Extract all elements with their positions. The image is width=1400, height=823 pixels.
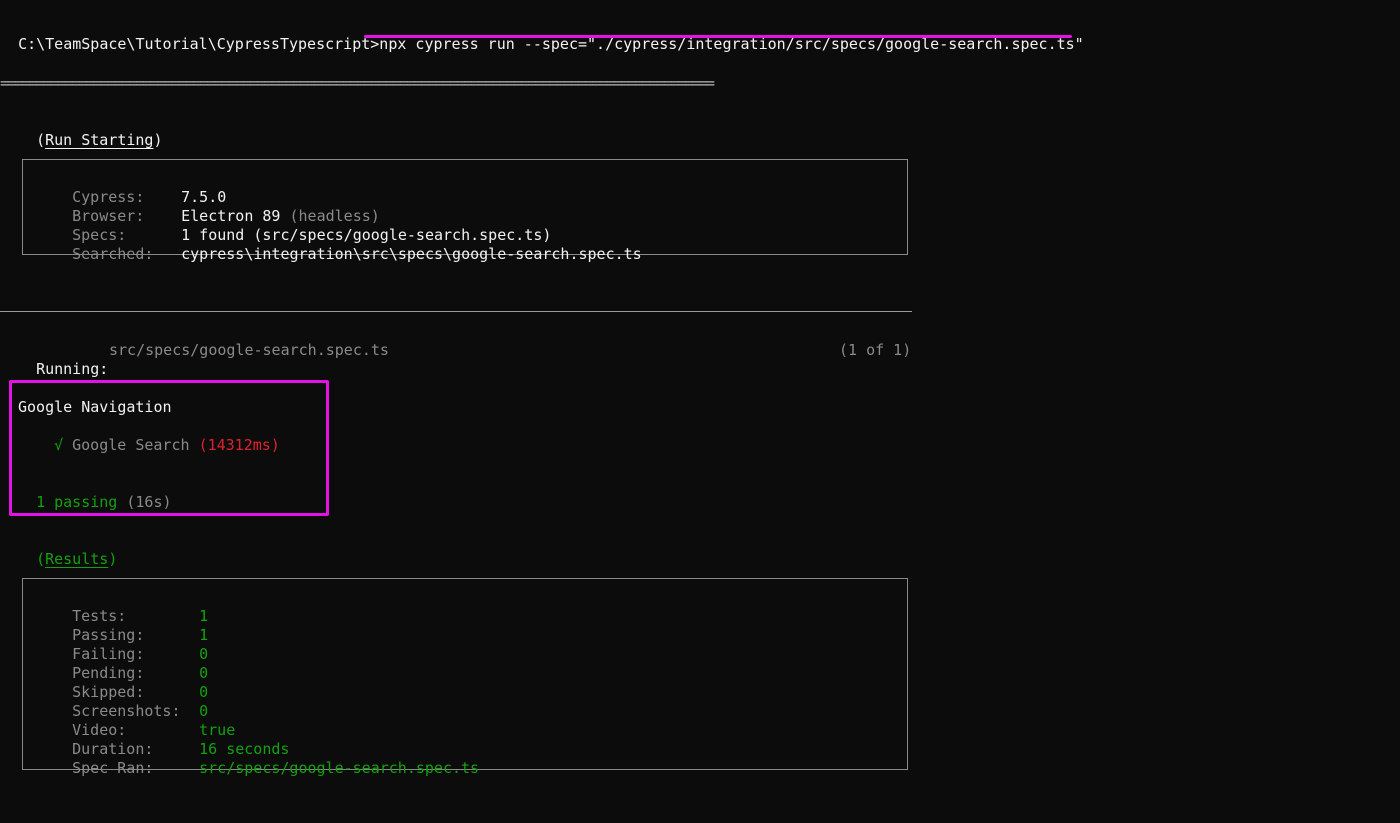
suite-highlight-box — [9, 380, 329, 516]
run-info-value: cypress\integration\src\specs\google-sea… — [181, 245, 642, 263]
results-label: Results — [45, 550, 109, 568]
results-key: Spec Ran: — [72, 759, 154, 777]
results-box: Tests: 1 Passing: 1 Failing: 0 Pending: 0 Sk… — [22, 578, 908, 777]
running-spec: src/specs/google-search.spec.ts — [109, 341, 389, 359]
running-counter: (1 of 1) — [839, 341, 912, 359]
results-heading: (Results) — [36, 550, 118, 568]
results-value: src/specs/google-search.spec.ts — [199, 759, 480, 777]
run-info-row: Searched: cypress\integration\src\specs\g… — [36, 226, 642, 283]
section-divider — [0, 311, 912, 312]
run-info-box: Cypress: 7.5.0 Browser: Electron 89 (headl… — [22, 159, 908, 263]
run-info-key: Searched: — [72, 245, 154, 263]
command-line[interactable]: C:\TeamSpace\Tutorial\CypressTypescript>… — [0, 16, 1084, 53]
prompt-path: C:\TeamSpace\Tutorial\CypressTypescript> — [18, 35, 380, 53]
run-starting-label: Run Starting — [45, 131, 154, 149]
run-starting-heading: (Run Starting) — [36, 131, 163, 149]
results-row: Spec Ran: src/specs/google-search.spec.ts — [36, 740, 479, 797]
separator-line: ========================================… — [0, 74, 715, 92]
running-label: Running: — [36, 360, 109, 378]
command-highlight-underline — [364, 35, 1072, 38]
running-line: Running: — [18, 341, 108, 378]
